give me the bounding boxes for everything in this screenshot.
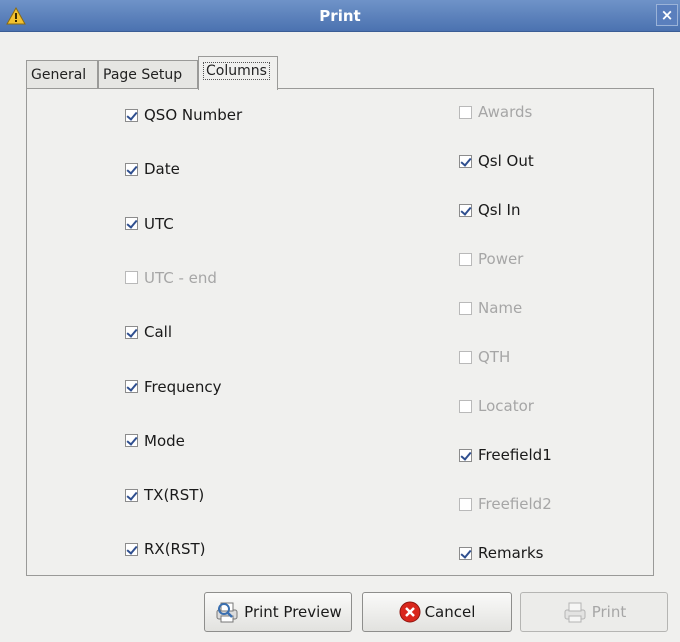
- checkbox-label: Call: [144, 323, 173, 342]
- checkbox-label: Freefield2: [478, 495, 552, 513]
- checkbox-box[interactable]: [125, 217, 138, 231]
- checkbox-label: Power: [478, 250, 524, 268]
- checkbox-qsl-out[interactable]: Qsl Out: [459, 151, 534, 171]
- title-bar: Print ×: [0, 0, 680, 32]
- checkbox-mode[interactable]: Mode: [125, 431, 185, 451]
- checkbox-label: UTC - end: [144, 268, 217, 287]
- checkbox-qth: QTH: [459, 347, 510, 367]
- checkbox-label: QSO Number: [144, 106, 243, 124]
- checkbox-label: Qsl In: [478, 201, 521, 219]
- checkbox-box[interactable]: [459, 448, 472, 462]
- checkbox-box: [459, 301, 472, 315]
- tab-label: Page Setup: [103, 67, 183, 83]
- cancel-label: Cancel: [424, 603, 476, 621]
- checkbox-box: [459, 399, 472, 413]
- checkbox-box[interactable]: [125, 542, 138, 556]
- cancel-icon: [399, 601, 421, 623]
- checkbox-label: Name: [478, 299, 523, 317]
- checkbox-power: Power: [459, 249, 523, 269]
- checkbox-date[interactable]: Date: [125, 159, 180, 179]
- close-button[interactable]: ×: [656, 4, 678, 26]
- checkbox-utc[interactable]: UTC: [125, 214, 174, 234]
- checkbox-box[interactable]: [459, 203, 472, 217]
- print-label: Print: [591, 603, 627, 621]
- checkbox-box[interactable]: [125, 162, 138, 176]
- checkbox-label: Awards: [478, 103, 533, 121]
- checkbox-label: QTH: [478, 348, 511, 366]
- checkbox-label: Date: [144, 160, 180, 179]
- checkbox-box[interactable]: [125, 434, 138, 448]
- checkbox-freefield2: Freefield2: [459, 494, 552, 514]
- checkbox-label: RX(RST): [144, 540, 206, 559]
- columns-panel: QSO Number Date UTC UTC - end Call Frequency M…: [26, 88, 654, 576]
- checkbox-label: TX(RST): [144, 486, 205, 505]
- tab-general[interactable]: General: [26, 60, 98, 89]
- checkbox-label: Frequency: [144, 377, 222, 396]
- checkbox-box[interactable]: [125, 488, 138, 502]
- checkbox-qso-number[interactable]: QSO Number: [125, 105, 242, 125]
- checkbox-awards: Awards: [459, 102, 532, 122]
- checkbox-label: Mode: [144, 431, 185, 450]
- print-preview-button[interactable]: Print Preview: [204, 592, 352, 632]
- print-button[interactable]: Print: [520, 592, 668, 632]
- printer-icon: [562, 600, 588, 624]
- checkbox-box[interactable]: [459, 546, 472, 560]
- print-preview-icon: [214, 600, 240, 624]
- tab-page-setup[interactable]: Page Setup: [98, 60, 198, 89]
- checkbox-rx-rst[interactable]: RX(RST): [125, 539, 206, 559]
- tab-columns[interactable]: Columns: [198, 56, 278, 90]
- checkbox-box[interactable]: [125, 325, 138, 339]
- tab-label: Columns: [203, 62, 270, 80]
- checkbox-remarks[interactable]: Remarks: [459, 543, 543, 563]
- checkbox-call[interactable]: Call: [125, 322, 172, 342]
- print-preview-label: Print Preview: [244, 603, 342, 621]
- window-title: Print: [319, 7, 361, 25]
- checkbox-frequency[interactable]: Frequency: [125, 377, 222, 397]
- checkbox-label: Qsl Out: [478, 152, 534, 170]
- checkbox-box: [459, 497, 472, 511]
- checkbox-utc-end: UTC - end: [125, 268, 217, 288]
- checkbox-freefield1[interactable]: Freefield1: [459, 445, 552, 465]
- checkbox-box: [459, 252, 472, 266]
- checkbox-label: Locator: [478, 397, 534, 415]
- checkbox-box[interactable]: [459, 154, 472, 168]
- checkbox-box[interactable]: [125, 380, 138, 393]
- checkbox-tx-rst[interactable]: TX(RST): [125, 485, 204, 505]
- checkbox-label: UTC: [144, 214, 174, 233]
- checkbox-box: [459, 105, 472, 119]
- checkbox-box[interactable]: [125, 108, 138, 122]
- checkbox-name: Name: [459, 298, 522, 318]
- cancel-button[interactable]: Cancel: [362, 592, 512, 632]
- tab-label: General: [31, 67, 87, 83]
- checkbox-box: [459, 350, 472, 364]
- checkbox-label: Remarks: [478, 544, 544, 562]
- close-icon: ×: [660, 6, 674, 24]
- checkbox-locator: Locator: [459, 396, 534, 416]
- checkbox-box: [125, 271, 138, 285]
- checkbox-label: Freefield1: [478, 446, 552, 464]
- checkbox-qsl-in[interactable]: Qsl In: [459, 200, 521, 220]
